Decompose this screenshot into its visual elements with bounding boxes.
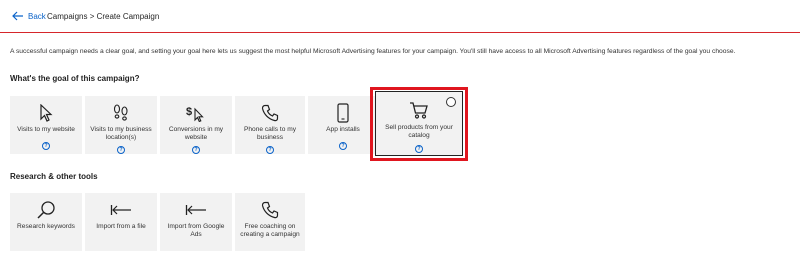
help-icon[interactable]: ? — [415, 145, 423, 153]
goal-label: Sell products from your catalog — [385, 124, 453, 139]
goal-label: Phone calls to my business — [243, 126, 297, 141]
arrow-left-icon — [12, 11, 23, 21]
back-label: Back — [28, 11, 46, 21]
cart-icon — [407, 99, 431, 121]
goal-tile-website-visits[interactable]: Visits to my website ? — [10, 96, 82, 154]
goal-description: A successful campaign needs a clear goal… — [10, 48, 736, 55]
help-icon[interactable]: ? — [117, 146, 125, 154]
goal-label: App installs — [326, 126, 360, 133]
import-icon — [109, 199, 133, 221]
tool-tile-import-google-ads[interactable]: Import from Google Ads — [160, 193, 232, 251]
goal-tile-sell-products[interactable]: Sell products from your catalog ? — [375, 91, 463, 156]
goal-tile-location-visits[interactable]: Visits to my business location(s) ? — [85, 96, 157, 154]
goal-section-title: What's the goal of this campaign? — [10, 74, 140, 83]
tool-label: Research keywords — [17, 223, 75, 230]
phone-icon — [258, 102, 282, 124]
tools-section-title: Research & other tools — [10, 172, 98, 181]
tool-label: Import from Google Ads — [167, 223, 225, 238]
help-icon[interactable]: ? — [339, 142, 347, 150]
radio-button[interactable] — [446, 97, 456, 107]
footprints-icon — [109, 102, 133, 124]
help-icon[interactable]: ? — [42, 142, 50, 150]
goal-tile-website-conversions[interactable]: $ Conversions in my website ? — [160, 96, 232, 154]
mobile-icon — [331, 102, 355, 124]
search-icon — [34, 199, 58, 221]
dollar-cursor-icon: $ — [184, 102, 208, 124]
goal-label: Conversions in my website — [168, 126, 224, 141]
help-icon[interactable]: ? — [266, 146, 274, 154]
back-button[interactable]: Back — [12, 11, 46, 21]
goal-tile-app-installs[interactable]: App installs ? — [308, 96, 378, 154]
tool-tile-research-keywords[interactable]: Research keywords — [10, 193, 82, 251]
import-icon — [184, 199, 208, 221]
breadcrumb: Campaigns > Create Campaign — [47, 12, 160, 21]
goal-label: Visits to my website — [17, 126, 75, 133]
phone-icon — [258, 199, 282, 221]
tool-label: Import from a file — [96, 223, 146, 230]
tool-tile-free-coaching[interactable]: Free coaching on creating a campaign — [235, 193, 305, 251]
help-icon[interactable]: ? — [192, 146, 200, 154]
goal-label: Visits to my business location(s) — [90, 126, 152, 141]
cursor-icon — [34, 102, 58, 124]
svg-text:$: $ — [186, 106, 192, 118]
tool-label: Free coaching on creating a campaign — [240, 223, 300, 238]
goal-tile-phone-calls[interactable]: Phone calls to my business ? — [235, 96, 305, 154]
tool-tile-import-file[interactable]: Import from a file — [85, 193, 157, 251]
page-header: Back Campaigns > Create Campaign — [0, 0, 800, 33]
